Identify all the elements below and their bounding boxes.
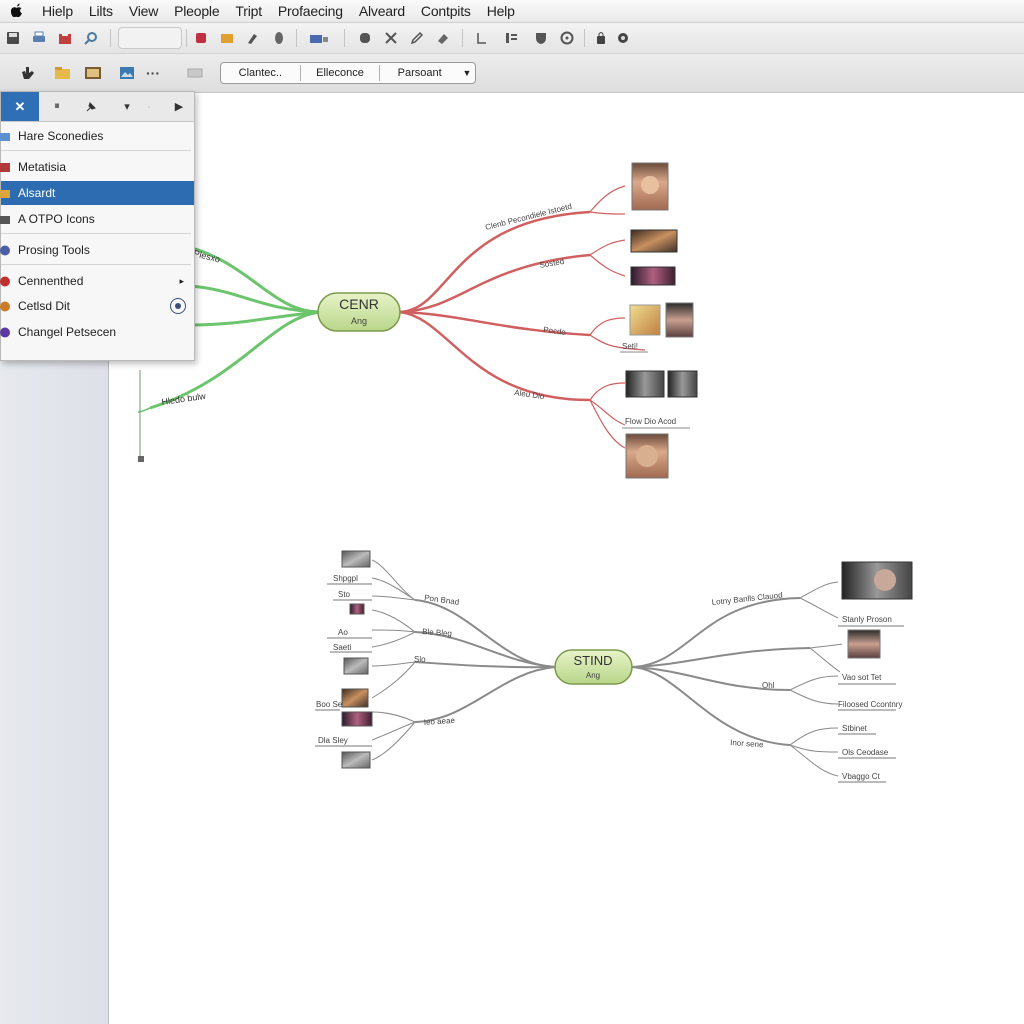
play-icon[interactable]: ▶ (165, 92, 193, 121)
branch-label[interactable]: Inor sene (730, 738, 764, 749)
leaf-label[interactable]: Shpgpl (333, 574, 358, 583)
branch-label-5[interactable]: Aleu Dio (514, 388, 546, 401)
mindmap-top: Plesxo Hledo bulw Clenb Pecondiele Istoe… (137, 162, 698, 479)
branch-label[interactable]: Ieo aeae (424, 716, 456, 727)
central-topic-cenr[interactable]: CENR Ang (317, 292, 401, 332)
panel-item-hare-sconedies[interactable]: Hare Sconedies (0, 124, 194, 148)
panel-item-cetlsd-dit[interactable]: Cetlsd Dit (0, 294, 194, 318)
dot-icon: · (147, 100, 151, 113)
info-icon (0, 327, 10, 338)
photo-thumbnail[interactable] (341, 711, 373, 727)
photo-thumbnail[interactable] (665, 302, 694, 338)
pin-icon[interactable] (77, 92, 105, 121)
branch-label-1[interactable]: Clenb Pecondiele Istoetd (484, 202, 572, 232)
branch-label[interactable]: Ble Bleg (422, 627, 452, 638)
panel-item-metatisia[interactable]: Metatisia (0, 155, 194, 179)
photo-thumbnail[interactable] (341, 751, 371, 769)
folder-icon (0, 131, 10, 142)
edit-icon (0, 301, 10, 312)
record-icon (0, 276, 10, 287)
photo-thumbnail[interactable] (847, 629, 881, 659)
media-icon (0, 162, 10, 173)
box-icon (0, 214, 10, 225)
leaf-label[interactable]: Saeti (333, 643, 351, 652)
photo-thumbnail[interactable] (349, 603, 365, 615)
leaf-label[interactable]: Dla Sley (318, 736, 348, 745)
photo-thumbnail[interactable] (341, 688, 369, 708)
mindmap-bottom: Shpgpl Sto Ao Saeti Boo Sen Dla Sley Pon… (315, 550, 913, 783)
leaf-label[interactable]: Ols Ceodase (842, 748, 889, 757)
branch-label-4[interactable]: Seti! (622, 342, 638, 351)
branch-label[interactable]: Ohl (762, 681, 775, 690)
leaf-label[interactable]: Sto (338, 590, 351, 599)
photo-thumbnail[interactable] (341, 550, 371, 568)
branch-label-3[interactable]: Pocdo (543, 325, 567, 337)
central-topic-stind[interactable]: STIND Ang (554, 649, 633, 685)
leaf-label[interactable]: Stbinet (842, 724, 868, 733)
branch-label[interactable]: Lotny Banlls Clauod (711, 591, 783, 607)
photo-thumbnail[interactable] (625, 370, 665, 398)
branch-label[interactable]: Slo (414, 655, 426, 664)
photo-thumbnail[interactable] (343, 657, 369, 675)
panel-item-cennenthed[interactable]: Cennenthed ▸ (0, 269, 194, 293)
central-topic-subtitle: Ang (586, 671, 600, 680)
panel-item-prosing-tools[interactable]: Prosing Tools (0, 238, 194, 262)
photo-thumbnail[interactable] (667, 370, 698, 398)
branch-label-6[interactable]: Flow Dio Acod (625, 417, 676, 426)
central-topic-subtitle: Ang (351, 316, 367, 326)
folder-icon (0, 188, 10, 199)
panel-header: ✕ ⏸ ▾ · ▶ (1, 92, 194, 122)
close-icon[interactable]: ✕ (1, 92, 39, 121)
radio-button[interactable] (170, 298, 186, 314)
branch-label-hledo[interactable]: Hledo bulw (161, 391, 207, 407)
submenu-arrow-icon: ▸ (179, 275, 184, 286)
photo-thumbnail[interactable] (629, 304, 661, 336)
panel-item-changel-petsecen[interactable]: Changel Petsecen (0, 320, 194, 344)
leaf-label[interactable]: Filoosed Ccontnry (838, 700, 902, 709)
central-topic-title: STIND (574, 653, 613, 668)
central-topic-title: CENR (339, 296, 379, 312)
panel-item-otpo-icons[interactable]: A OTPO Icons (0, 207, 194, 231)
leaf-label[interactable]: Stanly Proson (842, 615, 892, 624)
photo-thumbnail[interactable] (630, 229, 678, 253)
left-branches-2 (371, 559, 556, 761)
branch-label-plesxo[interactable]: Plesxo (193, 248, 222, 264)
leaf-label[interactable]: Vbaggo Ct (842, 772, 881, 781)
branch-label-2[interactable]: Sosted (539, 257, 565, 270)
globe-icon (0, 245, 10, 256)
leaf-label[interactable]: Ao (338, 628, 348, 637)
pause-icon[interactable]: ⏸ (43, 92, 71, 121)
icon-library-panel: ✕ ⏸ ▾ · ▶ Hare Sconedies Metatisia Alsar… (0, 91, 195, 361)
leaf-label[interactable]: Vao sot Tet (842, 673, 882, 682)
branch-label[interactable]: Pon Bnad (424, 593, 460, 607)
right-branches (399, 185, 646, 449)
app-window: Hielp Lilts View Pleople Tript Profaecin… (0, 0, 1024, 1024)
panel-item-alsardt-selected[interactable]: Alsardt (0, 181, 194, 205)
photo-thumbnail[interactable] (630, 266, 676, 286)
